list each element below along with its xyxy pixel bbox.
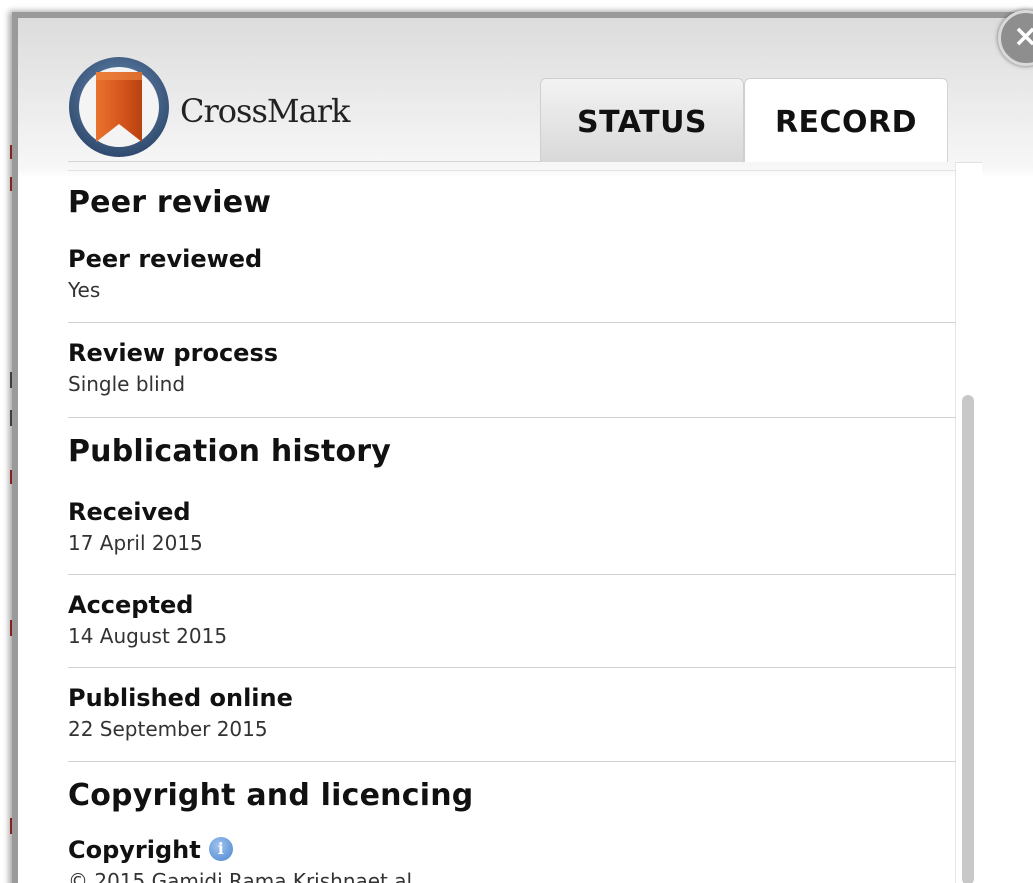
record-item-label: Copyright i xyxy=(68,834,956,866)
tab-record[interactable]: RECORD xyxy=(744,78,948,162)
record-item-label: Peer reviewed xyxy=(68,245,263,273)
background-page xyxy=(0,0,13,883)
record-item-label-text: Copyright xyxy=(68,836,201,864)
record-item-value: © 2015 Gamidi Rama Krishnaet al. xyxy=(68,869,419,883)
section-title-peer-review: Peer review xyxy=(68,185,272,220)
section-title-copyright: Copyright and licencing xyxy=(68,778,474,813)
record-item-label: Received xyxy=(68,498,191,526)
record-item-value: Single blind xyxy=(68,372,186,396)
record-item-accepted: Accepted 14 August 2015 xyxy=(68,575,956,668)
record-item-published-online: Published online 22 September 2015 xyxy=(68,668,956,762)
record-item-value: Yes xyxy=(68,278,101,302)
record-item-label: Review process xyxy=(68,339,279,367)
crossmark-brand-name: CrossMark xyxy=(180,92,350,130)
record-item-value: 22 September 2015 xyxy=(68,717,268,741)
record-item-value: 17 April 2015 xyxy=(68,531,203,555)
tab-bar: STATUS RECORD xyxy=(540,78,948,162)
record-item-review-process: Review process Single blind xyxy=(68,323,956,418)
info-icon[interactable]: i xyxy=(208,837,233,861)
tab-status[interactable]: STATUS xyxy=(540,78,744,162)
header-divider xyxy=(68,161,540,162)
scrollbar-thumb[interactable] xyxy=(962,395,974,883)
record-item-received: Received 17 April 2015 xyxy=(68,476,956,575)
record-item-label: Accepted xyxy=(68,591,194,619)
record-item-copyright: Copyright i © 2015 Gamidi Rama Krishnaet … xyxy=(68,820,956,883)
crossmark-dialog-screen: CrossMark STATUS RECORD × Peer review Pe… xyxy=(0,0,1033,883)
record-item-label: Published online xyxy=(68,684,293,712)
crossmark-logo-icon xyxy=(66,54,172,160)
record-item-peer-reviewed: Peer reviewed Yes xyxy=(68,227,956,323)
crossmark-logo-graphic xyxy=(69,57,169,157)
record-item-value: 14 August 2015 xyxy=(68,624,228,648)
section-title-publication-history: Publication history xyxy=(68,434,392,469)
close-icon: × xyxy=(1013,19,1033,54)
record-panel: Peer review Peer reviewed Yes Review pro… xyxy=(68,170,956,883)
